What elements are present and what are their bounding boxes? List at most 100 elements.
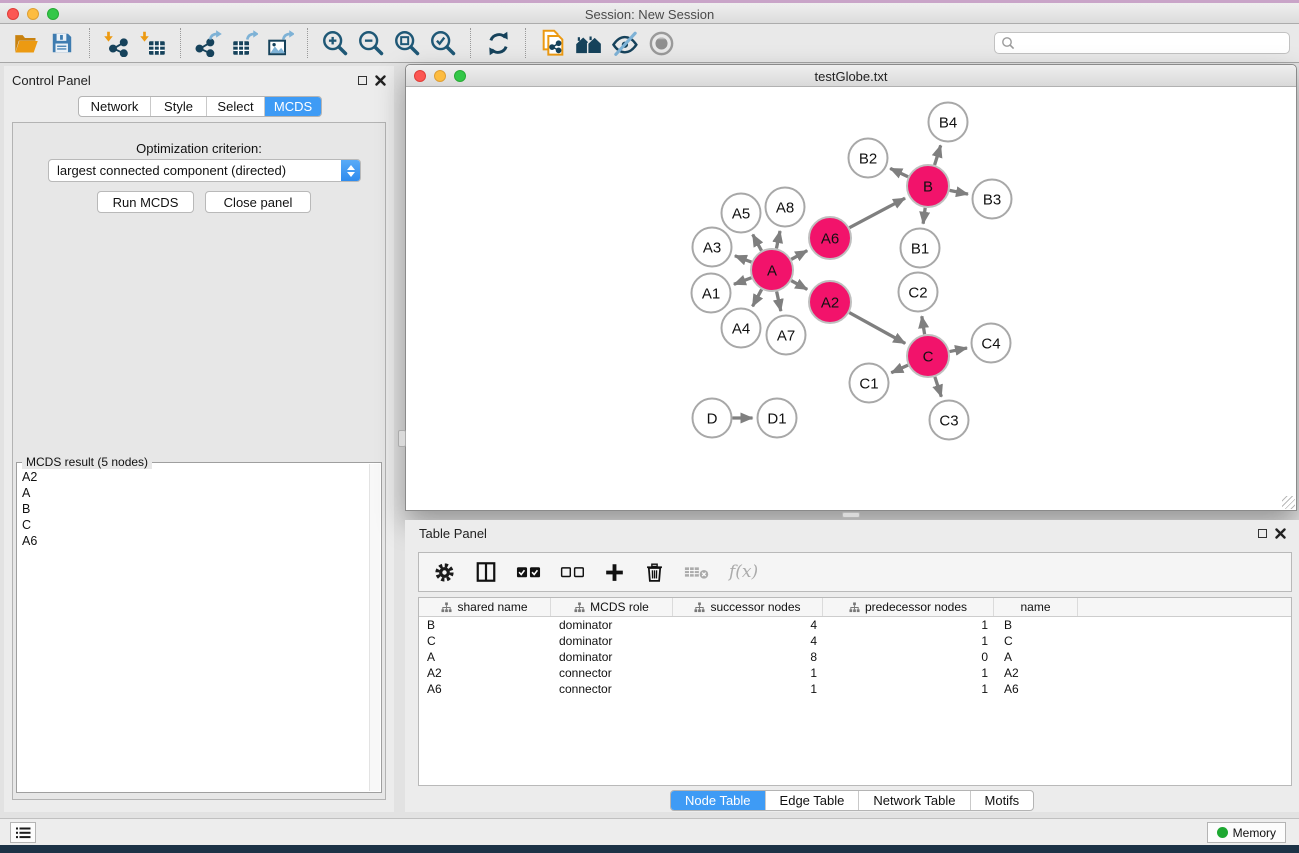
graph-node-D[interactable]: D xyxy=(693,399,732,438)
column-header-shared-name[interactable]: shared name xyxy=(419,598,551,616)
graph-edge-A-A7[interactable] xyxy=(777,292,781,312)
tab-network-table[interactable]: Network Table xyxy=(859,791,970,810)
tab-node-table[interactable]: Node Table xyxy=(671,791,766,810)
list-item[interactable]: C xyxy=(19,517,367,533)
table-row[interactable]: A dominator 8 0 A xyxy=(419,649,1291,665)
column-header-predecessor-nodes[interactable]: predecessor nodes xyxy=(823,598,994,616)
graph-node-A1[interactable]: A1 xyxy=(692,274,731,313)
graph-node-C1[interactable]: C1 xyxy=(850,364,889,403)
graph-edge-A-A8[interactable] xyxy=(776,231,780,248)
tab-motifs[interactable]: Motifs xyxy=(971,791,1034,810)
show-selected-icon[interactable] xyxy=(646,28,676,58)
zoom-in-icon[interactable] xyxy=(320,28,350,58)
graph-node-C4[interactable]: C4 xyxy=(972,324,1011,363)
window-resize-grip-icon[interactable] xyxy=(1282,496,1295,509)
open-file-icon[interactable] xyxy=(11,28,41,58)
export-network-icon[interactable] xyxy=(193,28,223,58)
graph-node-A3[interactable]: A3 xyxy=(693,228,732,267)
search-input[interactable] xyxy=(994,32,1290,54)
table-row[interactable]: A6 connector 1 1 A6 xyxy=(419,681,1291,697)
close-table-panel-icon[interactable] xyxy=(1275,528,1286,539)
graph-node-B1[interactable]: B1 xyxy=(901,229,940,268)
table-row[interactable]: C dominator 4 1 C xyxy=(419,633,1291,649)
column-header-mcds-role[interactable]: MCDS role xyxy=(551,598,673,616)
vertical-splitter-grip[interactable] xyxy=(398,430,406,447)
tab-edge-table[interactable]: Edge Table xyxy=(766,791,860,810)
graph-node-A5[interactable]: A5 xyxy=(722,194,761,233)
list-item[interactable]: A6 xyxy=(19,533,367,549)
graph-edge-A-A1[interactable] xyxy=(734,278,751,285)
column-header-name[interactable]: name xyxy=(994,598,1078,616)
tab-style[interactable]: Style xyxy=(151,97,207,116)
graph-node-A7[interactable]: A7 xyxy=(767,316,806,355)
graph-edge-B-B4[interactable] xyxy=(935,145,941,165)
graph-node-D1[interactable]: D1 xyxy=(758,399,797,438)
save-session-icon[interactable] xyxy=(47,28,77,58)
graph-node-B4[interactable]: B4 xyxy=(929,103,968,142)
column-settings-gear-icon[interactable] xyxy=(433,561,456,584)
graph-node-B[interactable]: B xyxy=(907,165,949,207)
tab-network[interactable]: Network xyxy=(79,97,151,116)
graph-edge-C-C3[interactable] xyxy=(935,377,942,397)
horizontal-splitter-grip[interactable] xyxy=(842,512,860,518)
tab-mcds[interactable]: MCDS xyxy=(265,97,321,116)
graph-edge-A-A3[interactable] xyxy=(735,256,752,262)
tab-select[interactable]: Select xyxy=(207,97,265,116)
hide-selected-icon[interactable] xyxy=(610,28,640,58)
list-item[interactable]: A2 xyxy=(19,469,367,485)
graph-node-C[interactable]: C xyxy=(907,335,949,377)
graph-node-C3[interactable]: C3 xyxy=(930,401,969,440)
zoom-selected-icon[interactable] xyxy=(428,28,458,58)
list-item[interactable]: A xyxy=(19,485,367,501)
result-scrollbar[interactable] xyxy=(369,464,380,791)
zoom-out-icon[interactable] xyxy=(356,28,386,58)
graph-node-A2[interactable]: A2 xyxy=(809,281,851,323)
float-panel-icon[interactable] xyxy=(358,76,367,85)
deselect-all-columns-icon[interactable] xyxy=(560,565,585,579)
refresh-icon[interactable] xyxy=(483,28,513,58)
memory-button[interactable]: Memory xyxy=(1207,822,1286,843)
graph-edge-C-C1[interactable] xyxy=(891,365,908,373)
duplicate-network-icon[interactable] xyxy=(538,28,568,58)
panel-mode-icon[interactable] xyxy=(475,561,497,583)
import-table-icon[interactable] xyxy=(138,28,168,58)
graph-node-C2[interactable]: C2 xyxy=(899,273,938,312)
graph-edge-C-C2[interactable] xyxy=(922,316,925,334)
graph-edge-C-C4[interactable] xyxy=(950,348,967,352)
export-table-icon[interactable] xyxy=(229,28,259,58)
zoom-fit-icon[interactable] xyxy=(392,28,422,58)
table-row[interactable]: B dominator 4 1 B xyxy=(419,617,1291,633)
show-all-networks-icon[interactable] xyxy=(574,28,604,58)
close-panel-button[interactable]: Close panel xyxy=(205,191,311,213)
graph-edge-A-A4[interactable] xyxy=(753,289,762,306)
graph-node-A8[interactable]: A8 xyxy=(766,188,805,227)
graph-edge-B-B2[interactable] xyxy=(890,168,908,176)
import-network-icon[interactable] xyxy=(102,28,132,58)
graph-edge-B-B1[interactable] xyxy=(923,208,925,224)
network-canvas[interactable]: A A1 A2 A3 A4 A5 A6 A7 A8 B B1 B2 B3B4 C C1 C2 C3C4 D D1 xyxy=(406,87,1296,510)
graph-edge-A2-C[interactable] xyxy=(849,313,905,344)
column-header-successor-nodes[interactable]: successor nodes xyxy=(673,598,823,616)
graph-node-A[interactable]: A xyxy=(751,249,793,291)
task-history-button[interactable] xyxy=(10,822,36,843)
graph-node-A4[interactable]: A4 xyxy=(722,309,761,348)
list-item[interactable]: B xyxy=(19,501,367,517)
run-mcds-button[interactable]: Run MCDS xyxy=(97,191,194,213)
graph-edge-A-A6[interactable] xyxy=(791,251,807,260)
graph-edge-A6-B[interactable] xyxy=(849,198,905,228)
table-row[interactable]: A2 connector 1 1 A2 xyxy=(419,665,1291,681)
graph-edge-B-B3[interactable] xyxy=(950,190,968,194)
export-image-icon[interactable] xyxy=(265,28,295,58)
float-table-panel-icon[interactable] xyxy=(1258,529,1267,538)
criterion-dropdown[interactable]: largest connected component (directed) xyxy=(48,159,361,182)
close-panel-icon[interactable] xyxy=(375,75,386,86)
graph-node-B3[interactable]: B3 xyxy=(973,180,1012,219)
cell-predecessor-nodes: 1 xyxy=(823,634,994,648)
add-column-icon[interactable] xyxy=(604,562,625,583)
select-all-columns-icon[interactable] xyxy=(516,565,541,579)
graph-node-B2[interactable]: B2 xyxy=(849,139,888,178)
graph-node-A6[interactable]: A6 xyxy=(809,217,851,259)
graph-edge-A-A5[interactable] xyxy=(753,235,762,251)
graph-edge-A-A2[interactable] xyxy=(791,281,807,290)
delete-column-trash-icon[interactable] xyxy=(644,562,665,583)
